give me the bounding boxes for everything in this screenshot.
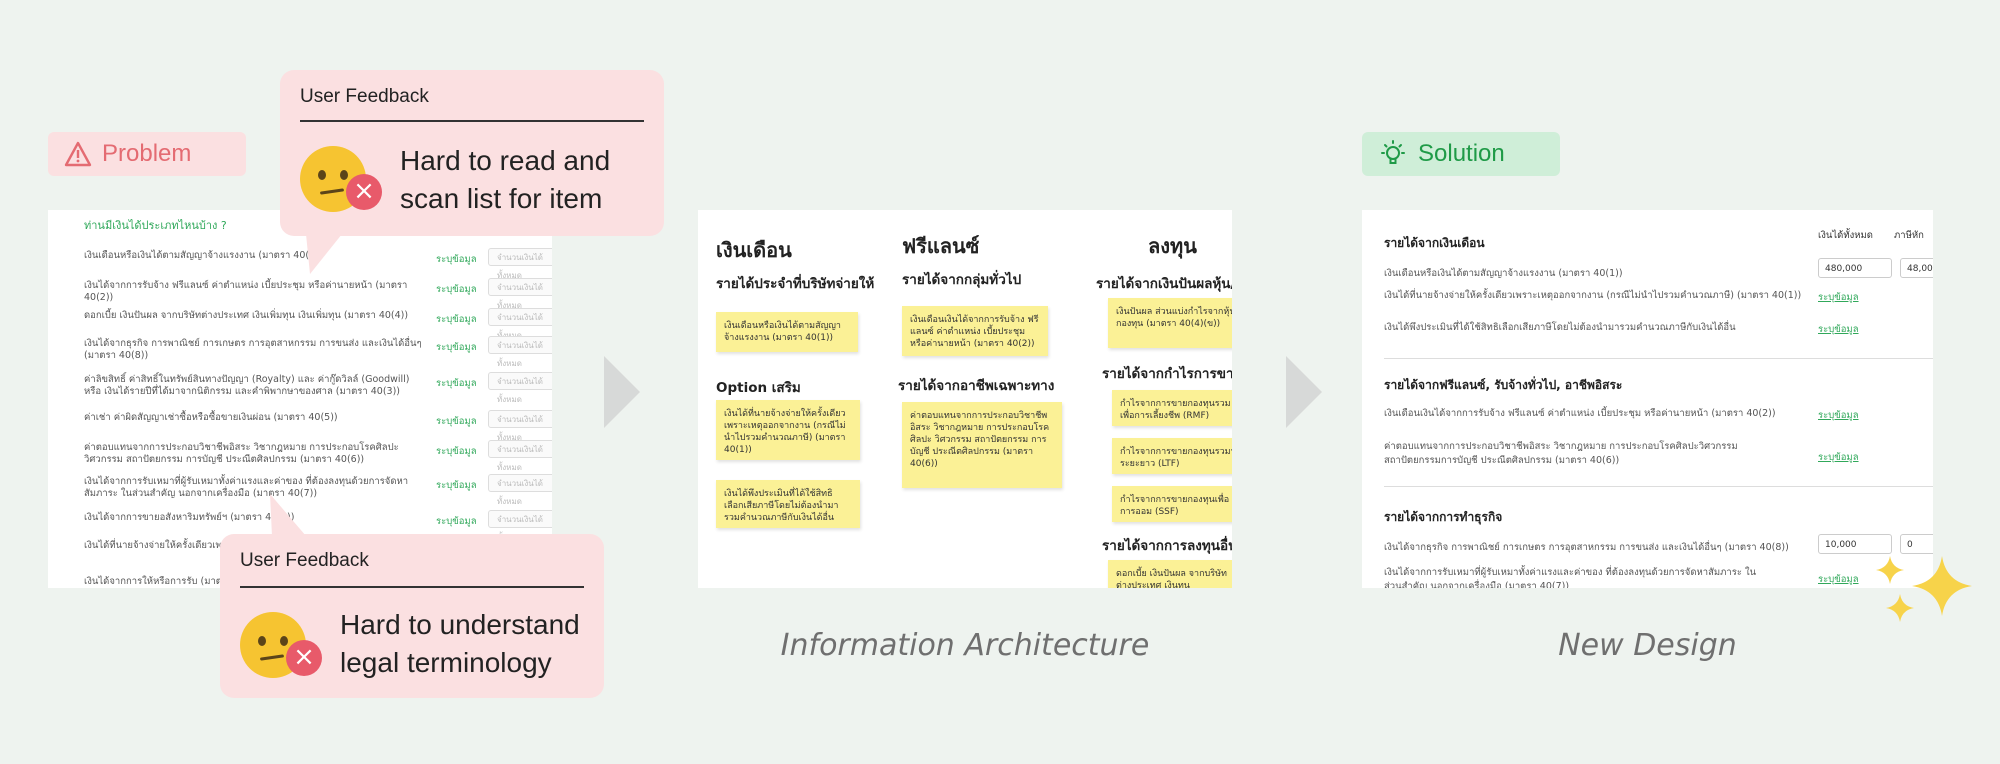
- income-amount-input[interactable]: จำนวนเงินได้ทั้งหมด: [488, 336, 552, 368]
- total-income-input[interactable]: 480,000: [1818, 258, 1892, 278]
- caption-new-design: New Design: [1558, 628, 1737, 663]
- income-amount-input[interactable]: จำนวนเงินได้ทั้งหมด: [488, 410, 552, 442]
- feedback-title: User Feedback: [300, 86, 429, 107]
- enter-data-link[interactable]: ระบุข้อมูล: [436, 340, 477, 355]
- information-architecture-board: เงินเดือน รายได้ประจำที่บริษัทจ่ายให้ เง…: [698, 210, 1232, 588]
- enter-data-link[interactable]: ระบุข้อมูล: [436, 444, 477, 459]
- section-divider: [1384, 486, 1933, 487]
- solution-tag: Solution: [1362, 132, 1560, 176]
- sticky-note: เงินปันผล ส่วนแบ่งกำไรจากหุ้น/กองทุน (มา…: [1108, 298, 1232, 348]
- ia-column-title: ลงทุน: [1148, 234, 1197, 258]
- sparkle-icon: [1876, 556, 1972, 622]
- sticky-note: กำไรจากการขายกองทุนเพื่อการออม (SSF): [1112, 486, 1232, 522]
- ia-group-title: รายได้ประจำที่บริษัทจ่ายให้: [716, 276, 875, 292]
- income-amount-input[interactable]: จำนวนเงินได้ทั้งหมด: [488, 278, 552, 310]
- sticky-note: เงินเดือนหรือเงินได้ตามสัญญาจ้างแรงงาน (…: [716, 312, 858, 352]
- enter-data-link[interactable]: ระบุข้อมูล: [436, 478, 477, 493]
- column-header-total: เงินได้ทั้งหมด: [1818, 230, 1873, 241]
- income-row-label: เงินเดือนเงินได้จากการรับจ้าง ฟรีแลนซ์ ค…: [1384, 408, 1776, 419]
- ia-group-title: รายได้จากอาชีพเฉพาะทาง: [898, 378, 1055, 394]
- feedback-divider: [300, 120, 644, 122]
- income-amount-input[interactable]: จำนวนเงินได้ทั้งหมด: [488, 248, 552, 280]
- income-type-row: เงินได้จากการขายอสังหาริมทรัพย์ฯ (มาตรา …: [84, 512, 295, 523]
- sticky-note: เงินได้ที่นายจ้างจ่ายให้ครั้งเดียวเพราะเ…: [716, 400, 860, 460]
- tax-withheld-input[interactable]: 0: [1900, 534, 1933, 554]
- close-icon: ×: [346, 174, 382, 210]
- feedback-divider: [240, 586, 584, 588]
- sticky-note: ดอกเบี้ย เงินปันผล จากบริษัทต่างประเทศ เ…: [1108, 560, 1232, 588]
- solution-label: Solution: [1418, 140, 1505, 167]
- caption-information-architecture: Information Architecture: [780, 628, 1150, 663]
- tax-withheld-input[interactable]: 48,000: [1900, 258, 1933, 278]
- income-type-row: ค่าตอบแทนจากการประกอบวิชาชีพอิสระ วิชากฎ…: [84, 442, 399, 465]
- warning-icon: [64, 141, 92, 167]
- problem-label: Problem: [102, 140, 192, 167]
- enter-data-link[interactable]: ระบุข้อมูล: [1818, 290, 1859, 305]
- enter-data-link[interactable]: ระบุข้อมูล: [1818, 322, 1859, 337]
- problem-tag: Problem: [48, 132, 246, 176]
- income-type-row: เงินได้จากธุรกิจ การพาณิชย์ การเกษตร การ…: [84, 338, 422, 361]
- income-row-label: เงินได้จากธุรกิจ การพาณิชย์ การเกษตร การ…: [1384, 542, 1789, 553]
- enter-data-link[interactable]: ระบุข้อมูล: [1818, 450, 1859, 465]
- column-header-tax: ภาษีหัก: [1894, 230, 1924, 241]
- close-icon: ×: [286, 640, 322, 676]
- ia-column-title: ฟรีแลนซ์: [902, 234, 980, 258]
- ia-group-title: รายได้จากกำไรการขายกองทุน: [1102, 366, 1232, 382]
- income-question: ท่านมีเงินได้ประเภทไหนบ้าง ?: [84, 219, 227, 232]
- sticky-note: ค่าตอบแทนจากการประกอบวิชาชีพอิสระ วิชากฎ…: [902, 402, 1062, 488]
- income-row-label: เงินได้ที่นายจ้างจ่ายให้ครั้งเดียวเพราะเ…: [1384, 290, 1802, 301]
- income-row-label: เงินเดือนหรือเงินได้ตามสัญญาจ้างแรงงาน (…: [1384, 268, 1623, 279]
- lightbulb-icon: [1381, 140, 1405, 164]
- feedback-title: User Feedback: [240, 550, 369, 571]
- income-amount-input[interactable]: จำนวนเงินได้ทั้งหมด: [488, 372, 552, 404]
- income-amount-input[interactable]: จำนวนเงินได้ทั้งหมด: [488, 510, 552, 542]
- arrow-right-icon: [1286, 356, 1322, 428]
- sticky-note: เงินได้พึงประเมินที่ได้ใช้สิทธิเลือกเสีย…: [716, 480, 860, 528]
- sticky-note: เงินเดือนเงินได้จากการรับจ้าง ฟรีแลนซ์ ค…: [902, 306, 1048, 356]
- income-row-label: เงินได้จากการรับเหมาที่ผู้รับเหมาทั้งค่า…: [1384, 567, 1757, 588]
- enter-data-link[interactable]: ระบุข้อมูล: [436, 312, 477, 327]
- enter-data-link[interactable]: ระบุข้อมูล: [1818, 572, 1859, 587]
- enter-data-link[interactable]: ระบุข้อมูล: [436, 376, 477, 391]
- ia-group-title: รายได้จากเงินปันผลหุ้น/กองทุน: [1096, 276, 1232, 292]
- income-type-row: เงินเดือนหรือเงินได้ตามสัญญาจ้างแรงงาน (…: [84, 250, 323, 261]
- feedback-text: Hard to understand legal terminology: [340, 609, 580, 678]
- section-title: รายได้จากเงินเดือน: [1384, 236, 1485, 250]
- income-row-label: ค่าตอบแทนจากการประกอบวิชาชีพอิสระ วิชากฎ…: [1384, 441, 1738, 466]
- income-type-row: เงินได้จากการรับเหมาที่ผู้รับเหมาทั้งค่า…: [84, 476, 409, 499]
- section-title: รายได้จากฟรีแลนซ์, รับจ้างทั่วไป, อาชีพอ…: [1384, 378, 1623, 392]
- income-amount-input[interactable]: จำนวนเงินได้ทั้งหมด: [488, 440, 552, 472]
- arrow-right-icon: [604, 356, 640, 428]
- income-row-label: เงินได้พึงประเมินที่ได้ใช้สิทธิเลือกเสีย…: [1384, 322, 1736, 333]
- enter-data-link[interactable]: ระบุข้อมูล: [436, 282, 477, 297]
- ia-group-title: รายได้จากการลงทุนอื่น: [1102, 538, 1232, 554]
- ia-column-title: เงินเดือน: [716, 238, 792, 262]
- bubble-tail-top: [306, 234, 342, 274]
- feedback-bubble-top: User Feedback × Hard to read and scan lis…: [280, 70, 664, 236]
- income-type-row: ค่าลิขสิทธิ์ ค่าสิทธิ์ในทรัพย์สินทางปัญญ…: [84, 374, 410, 397]
- enter-data-link[interactable]: ระบุข้อมูล: [1818, 408, 1859, 423]
- ia-group-title: รายได้จากกลุ่มทั่วไป: [902, 272, 1022, 288]
- sticky-note: กำไรจากการขายกองทุนรวมหุ้นระยะยาว (LTF): [1112, 438, 1232, 474]
- new-design-screenshot: เงินได้ทั้งหมด ภาษีหัก รายได้จากเงินเดือ…: [1362, 210, 1933, 588]
- enter-data-link[interactable]: ระบุข้อมูล: [436, 514, 477, 529]
- enter-data-link[interactable]: ระบุข้อมูล: [436, 252, 477, 267]
- income-amount-input[interactable]: จำนวนเงินได้ทั้งหมด: [488, 308, 552, 340]
- income-type-row: ดอกเบี้ย เงินปันผล จากบริษัทต่างประเทศ เ…: [84, 310, 409, 321]
- income-type-row: เงินได้จากการรับจ้าง ฟรีแลนซ์ ค่าตำแหน่ง…: [84, 280, 408, 303]
- feedback-bubble-bottom: User Feedback × Hard to understand legal …: [220, 534, 604, 698]
- total-income-input[interactable]: 10,000: [1818, 534, 1892, 554]
- ia-group-title: Option เสริม: [716, 380, 801, 396]
- feedback-text: Hard to read and scan list for item: [400, 145, 611, 214]
- income-type-row: ค่าเช่า ค่าผิดสัญญาเช่าซื้อหรือซื้อขายเง…: [84, 412, 338, 423]
- section-divider: [1384, 358, 1933, 359]
- bubble-tail-bottom: [270, 494, 306, 536]
- sticky-note: กำไรจากการขายกองทุนรวมเพื่อการเลี้ยงชีพ …: [1112, 390, 1232, 426]
- income-amount-input[interactable]: จำนวนเงินได้ทั้งหมด: [488, 474, 552, 506]
- section-title: รายได้จากการทำธุรกิจ: [1384, 510, 1503, 524]
- enter-data-link[interactable]: ระบุข้อมูล: [436, 414, 477, 429]
